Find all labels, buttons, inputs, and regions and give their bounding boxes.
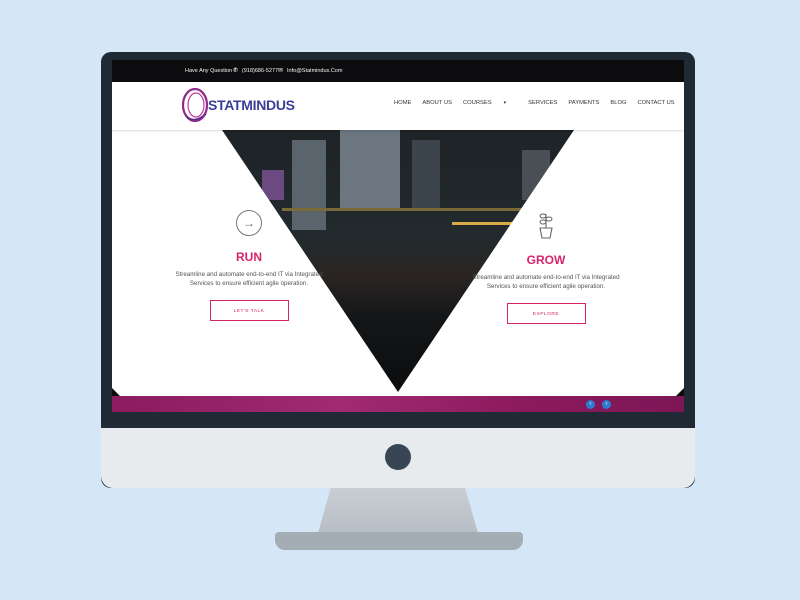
- email-contact[interactable]: ✉ Info@Statmindus.Com: [278, 67, 343, 75]
- run-title: RUN: [236, 250, 262, 264]
- grow-title: GROW: [526, 253, 566, 267]
- nav-blog[interactable]: BLOG: [610, 100, 626, 106]
- caret-down-icon: ▾: [503, 100, 507, 106]
- nav-courses-label: COURSES: [462, 100, 492, 106]
- main-navbar: STATMINDUS HOME ABOUT US COURSES ▾ SERVIC…: [112, 82, 684, 130]
- logo-ring-icon: [181, 87, 209, 123]
- website-screen: Have Any Question ? ✆ (918)686-5277 ✉ In…: [112, 60, 684, 412]
- phone-icon: ✆: [233, 68, 239, 74]
- run-panel: → RUN Streamline and automate end-to-end…: [174, 210, 324, 321]
- lets-talk-button[interactable]: LET'S TALK: [209, 300, 289, 321]
- phone-number: (918)686-5277: [242, 67, 279, 74]
- nav-payments[interactable]: PAYMENTS: [568, 100, 599, 106]
- nav-courses[interactable]: COURSES ▾: [463, 100, 517, 106]
- hero-section: → RUN Streamline and automate end-to-end…: [112, 130, 684, 396]
- phone-contact[interactable]: ✆ (918)686-5277: [233, 67, 279, 75]
- email-address: Info@Statmindus.Com: [287, 67, 343, 74]
- question-text: Have Any Question ?: [185, 68, 237, 74]
- building-shape: [412, 140, 440, 210]
- plant-icon: [539, 213, 553, 239]
- grow-panel: GROW Streamline and automate end-to-end …: [471, 210, 621, 324]
- arrow-circle-icon: →: [236, 210, 262, 236]
- nav-home[interactable]: HOME: [394, 100, 411, 106]
- grow-description: Streamline and automate end-to-end IT vi…: [472, 274, 620, 290]
- explore-button[interactable]: EXPLORE: [506, 303, 586, 324]
- monitor-stand-neck: [318, 488, 478, 533]
- carousel-prev-icon[interactable]: ‹: [586, 400, 595, 409]
- monitor-stand-base: [275, 532, 523, 550]
- power-button: [385, 444, 411, 470]
- building-shape: [340, 130, 400, 210]
- brand-logo[interactable]: STATMINDUS: [180, 86, 295, 124]
- nav-contact-us[interactable]: CONTACT US: [637, 100, 674, 106]
- nav-services[interactable]: SERVICES: [528, 100, 557, 106]
- carousel-next-icon[interactable]: ›: [602, 400, 611, 409]
- top-info-bar: Have Any Question ? ✆ (918)686-5277 ✉ In…: [112, 60, 684, 82]
- nav-menu: HOME ABOUT US COURSES ▾ SERVICES PAYMENTS…: [394, 100, 684, 106]
- footer-banner-strip: [112, 396, 684, 412]
- envelope-icon: ✉: [278, 68, 284, 74]
- run-description: Streamline and automate end-to-end IT vi…: [175, 271, 323, 287]
- brand-name: STATMINDUS: [208, 97, 295, 113]
- nav-about-us[interactable]: ABOUT US: [422, 100, 452, 106]
